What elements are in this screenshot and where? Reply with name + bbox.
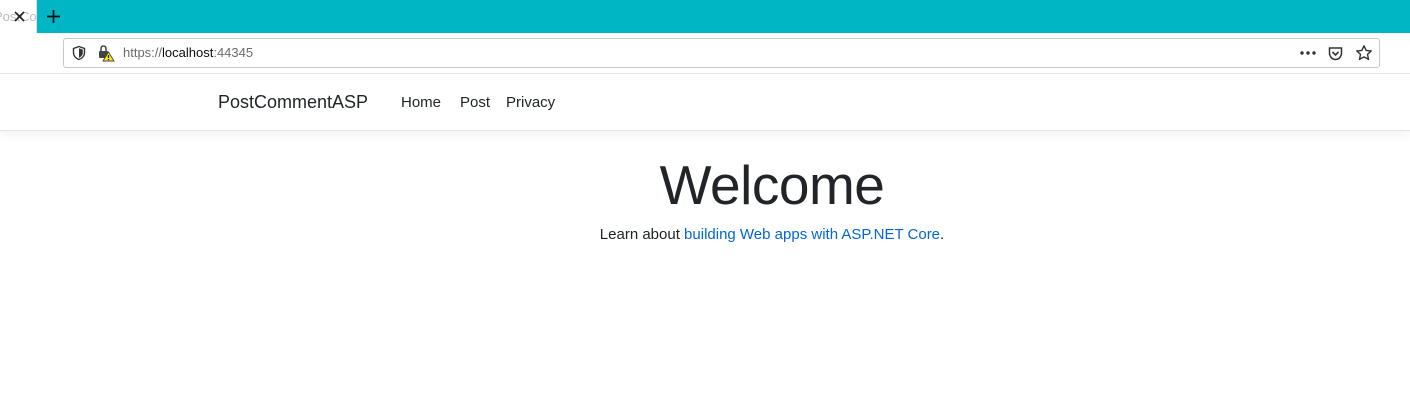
close-tab-icon[interactable] (13, 10, 26, 23)
new-tab-plus-icon[interactable] (45, 8, 62, 25)
page-actions-more-icon[interactable] (1298, 45, 1318, 61)
aspnet-docs-link[interactable]: building Web apps with ASP.NET Core (684, 226, 940, 243)
lead-prefix: Learn about (599, 226, 685, 243)
pocket-icon[interactable] (1327, 45, 1344, 62)
insecure-lock-warning-icon[interactable] (97, 44, 115, 62)
tracking-protection-shield-icon[interactable] (71, 45, 87, 61)
site-navbar: PostCommentASP Home Post Privacy (0, 74, 1410, 131)
nav-home-link[interactable]: Home (401, 94, 441, 111)
url-scheme: https:// (123, 45, 163, 60)
bookmark-star-icon[interactable] (1355, 44, 1373, 62)
browser-tabstrip: PostCommentASP (0, 0, 1410, 33)
main-content: Welcome Learn about building Web apps wi… (0, 131, 1410, 402)
url-host: localhost (162, 45, 214, 60)
lead-suffix: . (940, 226, 945, 243)
browser-tab[interactable]: PostCommentASP (0, 0, 37, 33)
nav-privacy-link[interactable]: Privacy (506, 94, 555, 111)
nav-post-link[interactable]: Post (460, 94, 490, 111)
address-bar[interactable]: https://localhost:44345 (63, 38, 1380, 68)
url-text[interactable]: https://localhost:44345 (123, 45, 253, 60)
welcome-heading: Welcome (659, 154, 885, 216)
brand-link[interactable]: PostCommentASP (218, 92, 368, 113)
browser-toolbar: https://localhost:44345 (0, 33, 1410, 74)
url-port: :44345 (213, 45, 254, 60)
lead-paragraph: Learn about building Web apps with ASP.N… (0, 226, 1410, 243)
